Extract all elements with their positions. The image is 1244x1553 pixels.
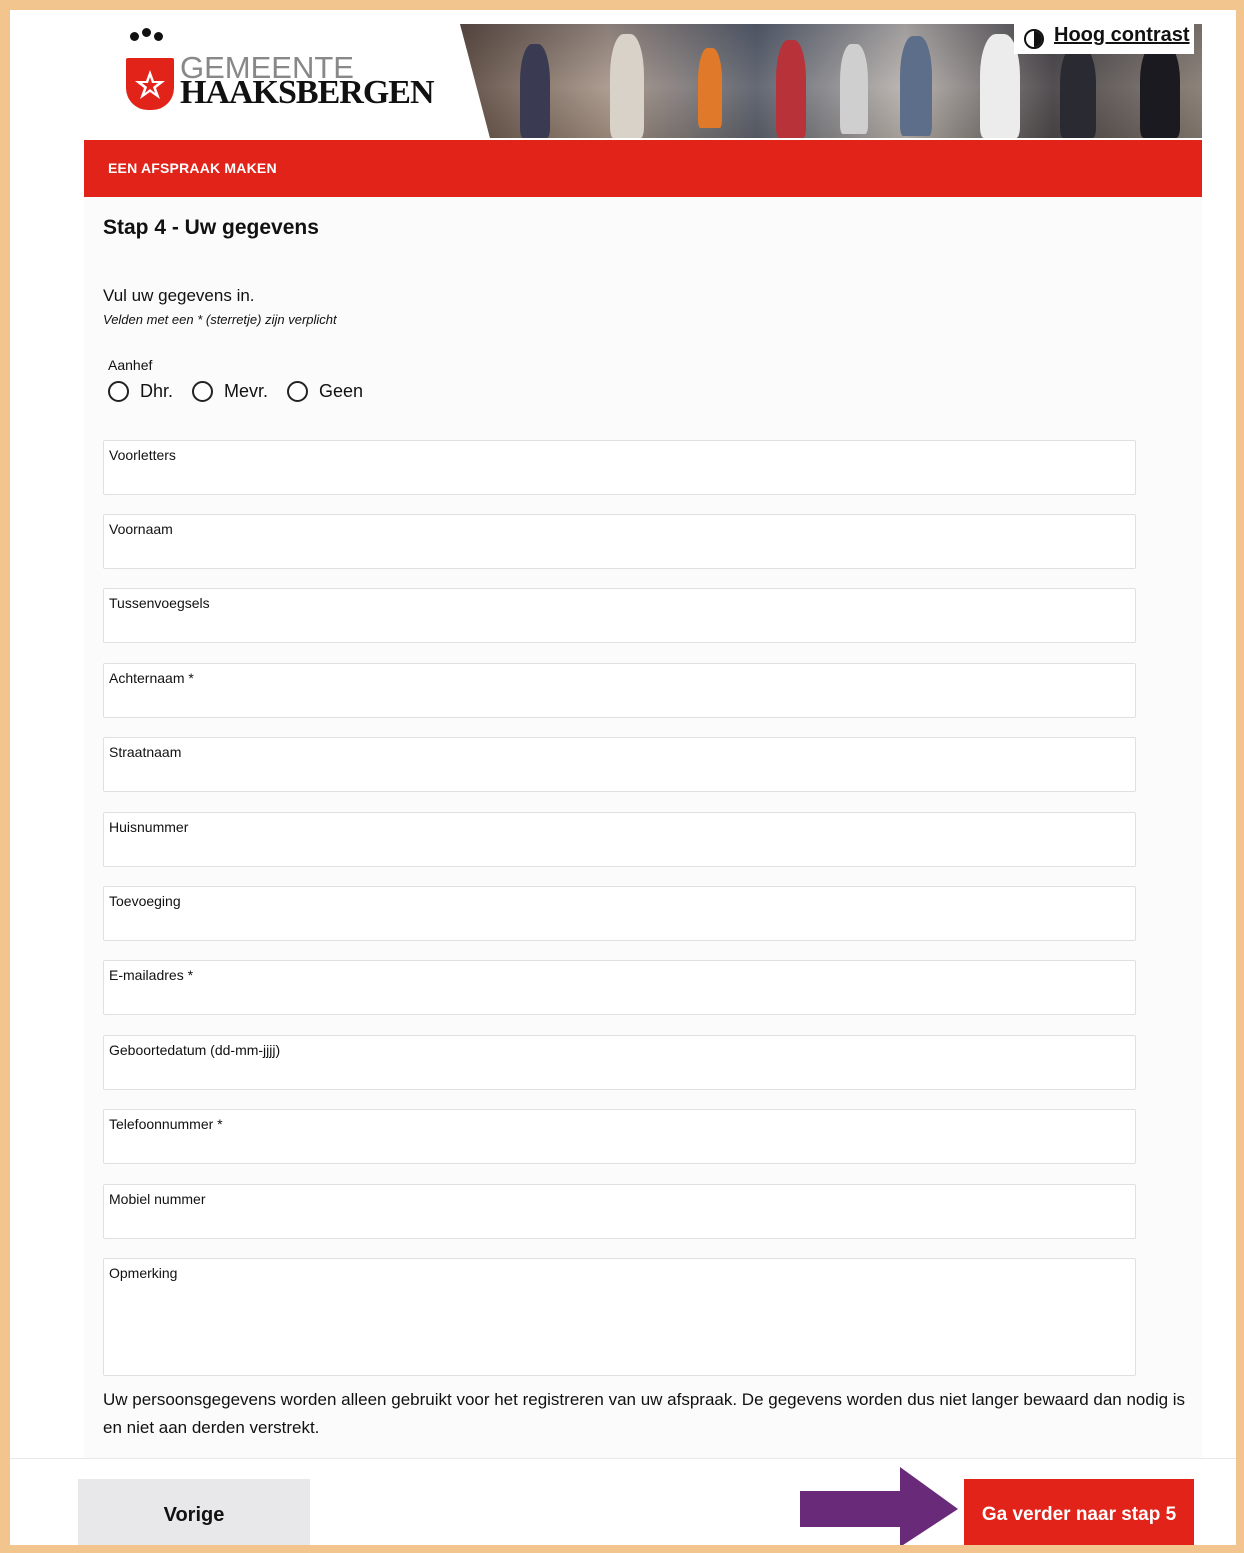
salutation-radio-group: Dhr. Mevr. Geen [108, 381, 382, 402]
voorletters-input[interactable] [109, 467, 1129, 489]
previous-button[interactable]: Vorige [78, 1479, 310, 1545]
header-banner-photo: Hoog contrast [460, 24, 1202, 138]
shield-icon [126, 58, 174, 110]
radio-label: Dhr. [140, 381, 174, 401]
email-input[interactable] [109, 987, 1129, 1009]
toevoeging-field[interactable]: Toevoeging [103, 886, 1136, 941]
achternaam-field[interactable]: Achternaam * [103, 663, 1136, 718]
huisnummer-field[interactable]: Huisnummer [103, 812, 1136, 867]
radio-button[interactable] [108, 381, 129, 402]
field-label: Straatnaam [109, 744, 182, 760]
logo-dots [130, 28, 166, 46]
achternaam-input[interactable] [109, 690, 1129, 712]
salutation-option-dhr[interactable]: Dhr. [108, 381, 173, 402]
intro-text: Vul uw gegevens in. [103, 286, 255, 305]
contrast-icon [1024, 29, 1044, 49]
phone-field[interactable]: Telefoonnummer * [103, 1109, 1136, 1164]
remark-field[interactable]: Opmerking [103, 1258, 1136, 1376]
birthdate-field[interactable]: Geboortedatum (dd-mm-jjjj) [103, 1035, 1136, 1090]
field-label: Voornaam [109, 521, 173, 537]
site-header: GEMEENTE HAAKSBERGEN Hoog contrast [84, 24, 1202, 140]
logo-text-haaksbergen: HAAKSBERGEN [180, 74, 434, 111]
radio-label: Mevr. [224, 381, 269, 401]
next-step-button[interactable]: Ga verder naar stap 5 [964, 1479, 1194, 1545]
salutation-option-mevr[interactable]: Mevr. [192, 381, 268, 402]
section-title: EEN AFSPRAAK MAKEN [108, 160, 277, 176]
tussenvoegsels-input[interactable] [109, 615, 1129, 637]
section-title-bar: EEN AFSPRAAK MAKEN [84, 140, 1202, 197]
field-label: Voorletters [109, 447, 176, 463]
straatnaam-input[interactable] [109, 764, 1129, 786]
email-field[interactable]: E-mailadres * [103, 960, 1136, 1015]
field-label: Achternaam * [109, 670, 194, 686]
mobile-input[interactable] [109, 1211, 1129, 1233]
step-title: Stap 4 - Uw gegevens [103, 216, 319, 239]
mobile-field[interactable]: Mobiel nummer [103, 1184, 1136, 1239]
field-label: Mobiel nummer [109, 1191, 206, 1207]
toevoeging-input[interactable] [109, 913, 1129, 935]
field-label: Geboortedatum (dd-mm-jjjj) [109, 1042, 281, 1058]
voorletters-field[interactable]: Voorletters [103, 440, 1136, 495]
appointment-page: GEMEENTE HAAKSBERGEN Hoog contrast EEN A… [84, 24, 1202, 1460]
field-label: Tussenvoegsels [109, 595, 210, 611]
radio-button[interactable] [287, 381, 309, 402]
voornaam-field[interactable]: Voornaam [103, 514, 1136, 569]
field-label: Opmerking [109, 1265, 178, 1281]
radio-button[interactable] [192, 381, 214, 402]
salutation-option-geen[interactable]: Geen [287, 381, 363, 402]
huisnummer-input[interactable] [109, 839, 1129, 861]
voornaam-input[interactable] [109, 541, 1129, 563]
browser-viewport: GEMEENTE HAAKSBERGEN Hoog contrast EEN A… [10, 10, 1236, 1545]
high-contrast-toggle[interactable]: Hoog contrast [1014, 24, 1194, 54]
field-label: Toevoeging [109, 893, 181, 909]
step-navigation-footer: Vorige Ga verder naar stap 5 [10, 1458, 1236, 1545]
field-label: E-mailadres * [109, 967, 194, 983]
field-label: Telefoonnummer * [109, 1116, 223, 1132]
phone-input[interactable] [109, 1136, 1129, 1158]
tussenvoegsels-field[interactable]: Tussenvoegsels [103, 588, 1136, 643]
straatnaam-field[interactable]: Straatnaam [103, 737, 1136, 792]
radio-label: Geen [319, 381, 364, 401]
birthdate-input[interactable] [109, 1062, 1129, 1084]
remark-textarea[interactable] [109, 1285, 1129, 1369]
annotation-arrow-icon [800, 1467, 958, 1545]
municipality-logo[interactable]: GEMEENTE HAAKSBERGEN [126, 28, 436, 128]
privacy-notice: Uw persoonsgegevens worden alleen gebrui… [103, 1390, 1186, 1437]
high-contrast-link[interactable]: Hoog contrast [1054, 24, 1190, 47]
required-note: Velden met een * (sterretje) zijn verpli… [103, 312, 337, 327]
field-label: Huisnummer [109, 819, 189, 835]
salutation-label: Aanhef [108, 357, 153, 373]
